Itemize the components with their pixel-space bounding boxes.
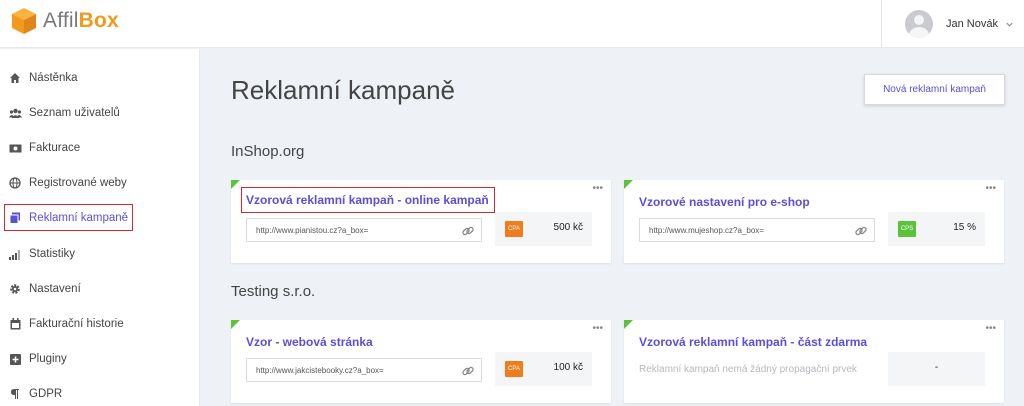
more-options-icon[interactable]: ••• [592,324,603,334]
sidebar-item-nastaveni[interactable]: Nastavení [8,279,81,299]
status-corner [624,180,633,189]
sidebar-item-statistiky[interactable]: Statistiky [8,244,75,264]
status-corner [231,180,240,189]
top-bar: AffilBox Jan Novák [0,0,1024,48]
link-icon[interactable] [854,224,868,238]
logo-text-part2: Box [78,9,119,32]
sidebar-item-label: Reklamní kampaně [29,211,129,224]
campaign-url-field[interactable]: http://www.jakcistebooky.cz?a_box= [246,358,482,382]
users-icon [8,106,22,120]
campaign-url: http://www.jakcistebooky.cz?a_box= [256,365,384,375]
sidebar-item-fakturacni-historie[interactable]: Fakturační historie [8,314,124,334]
link-icon[interactable] [461,224,475,238]
logo[interactable]: AffilBox [11,7,119,35]
commission-box: CPA 100 kč [495,352,592,386]
campaign-card: ••• Vzorová reklamní kampaň - část zdarm… [624,320,1004,403]
commission-box: - [888,352,985,386]
sidebar-item-nastenka[interactable]: Nástěnka [8,68,78,88]
commission-value: - [934,362,939,373]
sidebar-item-label: Seznam uživatelů [29,107,120,119]
no-promo-message: Reklamní kampaň nemá žádný propagační pr… [639,364,857,375]
campaign-title[interactable]: Vzor - webová stránka [246,335,373,349]
campaign-url-field[interactable]: http://www.pianistou.cz?a_box= [246,218,482,242]
sidebar-item-label: Fakturační historie [29,318,124,330]
new-campaign-button[interactable]: Nová reklamní kampaň [864,74,1005,105]
plus-square-icon [8,352,22,366]
signal-icon [8,247,22,261]
sidebar-item-label: Statistiky [29,248,76,260]
logo-text-part1: Affil [43,9,79,32]
campaign-url: http://www.pianistou.cz?a_box= [256,225,369,235]
sidebar-item-label: Fakturace [29,142,81,154]
group-title: Testing s.r.o. [231,283,316,300]
campaign-title[interactable]: Vzorová reklamní kampaň - online kampaň [241,187,495,213]
campaign-url: http://www.mujeshop.cz?a_box= [649,225,764,235]
campaign-card: ••• Vzor - webová stránka http://www.jak… [231,320,611,403]
sidebar-item-seznam-uzivatelu[interactable]: Seznam uživatelů [8,103,120,123]
link-icon[interactable] [461,364,475,378]
logo-text: AffilBox [43,9,119,33]
more-options-icon[interactable]: ••• [985,324,996,334]
user-name[interactable]: Jan Novák [946,18,998,30]
commission-value: 15 % [953,222,976,233]
commission-box: CPA 500 kč [495,212,592,246]
globe-icon [8,176,22,190]
cube-logo-icon [12,8,36,34]
status-corner [624,320,633,329]
sidebar-item-label: Nástěnka [29,72,78,84]
status-corner [231,320,240,329]
sidebar-item-registrovane-weby[interactable]: Registrované weby [8,173,127,193]
group-title: InShop.org [231,143,305,160]
campaign-title[interactable]: Vzorová reklamní kampaň - část zdarma [639,335,867,349]
chevron-down-icon[interactable] [1005,20,1014,29]
commission-type-badge: CPA [505,221,523,237]
campaign-card: ••• Vzorové nastavení pro e-shop http://… [624,180,1004,263]
sidebar-item-label: Registrované weby [29,177,127,189]
paragraph-icon [8,387,22,401]
gear-icon [8,282,22,296]
avatar[interactable] [905,10,933,38]
user-menu[interactable]: Jan Novák [881,0,1024,48]
money-icon [8,141,22,155]
commission-box: CPS 15 % [888,212,985,246]
page-title: Reklamní kampaně [231,75,455,105]
commission-value: 100 kč [553,362,583,373]
campaign-card: ••• Vzorová reklamní kampaň - online kam… [231,180,611,263]
more-options-icon[interactable]: ••• [592,184,603,194]
sidebar-item-fakturace[interactable]: Fakturace [8,138,80,158]
campaign-url-field[interactable]: http://www.mujeshop.cz?a_box= [639,218,875,242]
sidebar: Nástěnka Seznam uživatelů Fakturace Regi… [0,49,200,406]
copy-icon [8,211,22,225]
more-options-icon[interactable]: ••• [985,184,996,194]
commission-type-badge: CPS [898,221,916,237]
campaign-title[interactable]: Vzorové nastavení pro e-shop [639,195,810,209]
commission-type-badge: CPA [505,361,523,377]
home-icon [8,71,22,85]
sidebar-item-reklamni-kampane[interactable]: Reklamní kampaně [4,204,133,231]
commission-value: 500 kč [553,222,583,233]
sidebar-item-pluginy[interactable]: Pluginy [8,349,67,369]
calendar-icon [8,317,22,331]
sidebar-item-label: Pluginy [29,353,67,365]
sidebar-item-label: Nastavení [29,283,81,295]
sidebar-item-gdpr[interactable]: GDPR [8,384,62,404]
sidebar-item-label: GDPR [29,388,63,400]
